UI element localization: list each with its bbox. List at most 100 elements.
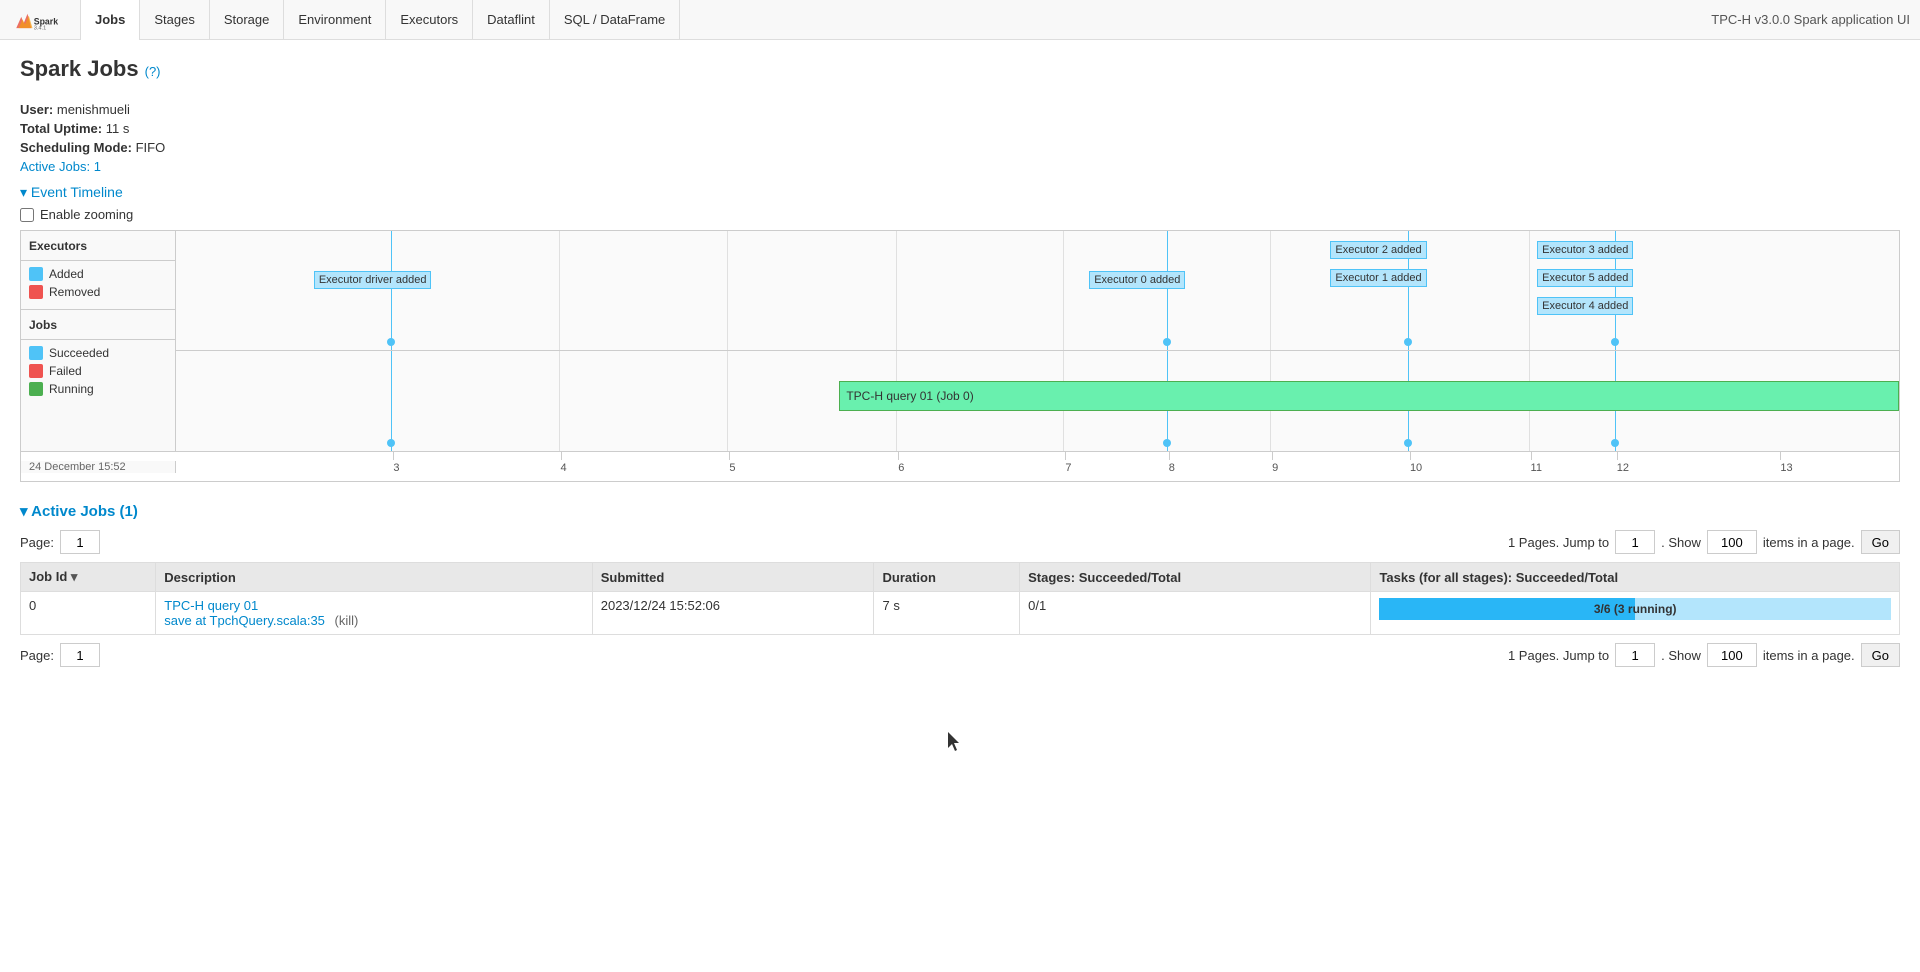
removed-label: Removed xyxy=(49,285,100,299)
job-description-link[interactable]: TPC-H query 01 xyxy=(164,598,258,613)
col-stages[interactable]: Stages: Succeeded/Total xyxy=(1020,563,1371,592)
kill-label: (kill) xyxy=(335,613,359,628)
uptime-label: Total Uptime: xyxy=(20,121,102,136)
added-label: Added xyxy=(49,267,84,281)
tick-label-4: 4 xyxy=(561,462,567,474)
job-bar: TPC-H query 01 (Job 0) xyxy=(839,381,1899,411)
page-title: Spark Jobs xyxy=(20,56,139,82)
tick-line-13 xyxy=(1780,452,1781,460)
main-content: Spark Jobs (?) User: menishmueli Total U… xyxy=(0,40,1920,691)
app-title: TPC-H v3.0.0 Spark application UI xyxy=(1711,12,1910,27)
timeline-chart: Executor driver added Executor 0 added E… xyxy=(176,231,1899,451)
event-timeline-label: ▾ Event Timeline xyxy=(20,184,123,201)
xaxis-timestamp: 24 December 15:52 xyxy=(21,461,176,473)
legend-failed: Failed xyxy=(29,364,167,378)
jobs-legend: Succeeded Failed Running xyxy=(21,340,175,406)
active-jobs-section-label: ▾ Active Jobs (1) xyxy=(20,502,138,520)
jobs-table: Job Id ▾ Description Submitted Duration … xyxy=(20,562,1900,635)
active-jobs-title[interactable]: ▾ Active Jobs (1) xyxy=(20,502,1900,520)
items-label: items in a page. xyxy=(1763,535,1855,550)
col-duration[interactable]: Duration xyxy=(874,563,1020,592)
scheduling-value: FIFO xyxy=(136,140,166,155)
removed-dot xyxy=(29,285,43,299)
enable-zooming-row: Enable zooming xyxy=(20,207,1900,222)
nav-dataflint[interactable]: Dataflint xyxy=(473,0,550,40)
nav-stages[interactable]: Stages xyxy=(140,0,209,40)
go-button[interactable]: Go xyxy=(1861,530,1900,554)
event-timeline-header[interactable]: ▾ Event Timeline xyxy=(20,184,1900,201)
col-description[interactable]: Description xyxy=(156,563,592,592)
running-label: Running xyxy=(49,382,94,396)
cell-stages: 0/1 xyxy=(1020,592,1371,635)
job-dot-3 xyxy=(1404,439,1412,447)
tick-10: 10 xyxy=(1408,452,1410,482)
col-submitted[interactable]: Submitted xyxy=(592,563,874,592)
help-link[interactable]: (?) xyxy=(145,64,161,79)
tick-label-5: 5 xyxy=(729,462,735,474)
exec-2-added: Executor 2 added xyxy=(1330,241,1426,259)
timeline-container: Executors Added Removed Jobs xyxy=(20,230,1900,482)
tick-label-10: 10 xyxy=(1410,462,1422,474)
xaxis-chart: 3 4 5 6 7 xyxy=(176,452,1899,482)
scheduling-info: Scheduling Mode: FIFO xyxy=(20,140,1900,155)
svg-text:3.4.1: 3.4.1 xyxy=(34,25,46,31)
task-progress-bar: 3/6 (3 running) xyxy=(1379,598,1891,620)
tick-12: 12 xyxy=(1615,452,1617,482)
exec-5-added: Executor 5 added xyxy=(1537,269,1633,287)
bottom-go-button[interactable]: Go xyxy=(1861,643,1900,667)
tick-line-8 xyxy=(1169,452,1170,460)
xaxis-date: 24 December 15:52 xyxy=(29,461,126,473)
x-axis-row: 24 December 15:52 3 4 5 6 xyxy=(21,451,1899,481)
tick-4: 4 xyxy=(559,452,561,482)
tick-11: 11 xyxy=(1529,452,1531,482)
nav-jobs[interactable]: Jobs xyxy=(80,0,140,40)
show-input[interactable] xyxy=(1707,530,1757,554)
tick-label-13: 13 xyxy=(1780,462,1792,474)
pagination-right: 1 Pages. Jump to . Show items in a page.… xyxy=(1508,530,1900,554)
tick-label-8: 8 xyxy=(1169,462,1175,474)
pagination-left: Page: xyxy=(20,530,100,554)
bottom-jump-input[interactable] xyxy=(1615,643,1655,667)
cell-job-id: 0 xyxy=(21,592,156,635)
progress-text: 3/6 (3 running) xyxy=(1379,602,1891,616)
nav-links: Jobs Stages Storage Environment Executor… xyxy=(80,0,680,40)
nav-executors[interactable]: Executors xyxy=(386,0,473,40)
tick-line-3 xyxy=(393,452,394,460)
user-label: User: xyxy=(20,102,53,117)
tick-label-9: 9 xyxy=(1272,462,1278,474)
top-pagination: Page: 1 Pages. Jump to . Show items in a… xyxy=(20,530,1900,554)
spark-logo-svg: Spark 3.4.1 xyxy=(10,5,60,35)
succeeded-label: Succeeded xyxy=(49,346,109,360)
enable-zooming-label: Enable zooming xyxy=(40,207,133,222)
exec-dot-2 xyxy=(1611,338,1619,346)
pages-info: 1 Pages. Jump to xyxy=(1508,535,1609,550)
page-label: Page: xyxy=(20,535,54,550)
bottom-page-input[interactable] xyxy=(60,643,100,667)
nav-storage[interactable]: Storage xyxy=(210,0,285,40)
nav-sql[interactable]: SQL / DataFrame xyxy=(550,0,680,40)
jump-input[interactable] xyxy=(1615,530,1655,554)
page-input[interactable] xyxy=(60,530,100,554)
bottom-show-input[interactable] xyxy=(1707,643,1757,667)
added-dot xyxy=(29,267,43,281)
active-jobs-section: ▾ Active Jobs (1) Page: 1 Pages. Jump to… xyxy=(20,502,1900,667)
tick-6: 6 xyxy=(896,452,898,482)
jobs-label: Jobs xyxy=(21,310,175,340)
user-value: menishmueli xyxy=(57,102,130,117)
uptime-info: Total Uptime: 11 s xyxy=(20,121,1900,136)
nav-environment[interactable]: Environment xyxy=(284,0,386,40)
failed-label: Failed xyxy=(49,364,82,378)
col-tasks[interactable]: Tasks (for all stages): Succeeded/Total xyxy=(1371,563,1900,592)
tick-line-11 xyxy=(1531,452,1532,460)
col-job-id[interactable]: Job Id ▾ xyxy=(21,563,156,592)
job-dot-4 xyxy=(1611,439,1619,447)
tick-line-5 xyxy=(729,452,730,460)
cell-tasks: 3/6 (3 running) xyxy=(1371,592,1900,635)
exec-dot-1 xyxy=(1404,338,1412,346)
job-source-link[interactable]: save at TpchQuery.scala:35 xyxy=(164,613,325,628)
active-jobs-info: Active Jobs: 1 xyxy=(20,159,1900,174)
enable-zooming-checkbox[interactable] xyxy=(20,208,34,222)
executor-legend: Added Removed xyxy=(21,261,175,309)
active-jobs-link[interactable]: Active Jobs: 1 xyxy=(20,159,101,174)
tick-line-7 xyxy=(1065,452,1066,460)
